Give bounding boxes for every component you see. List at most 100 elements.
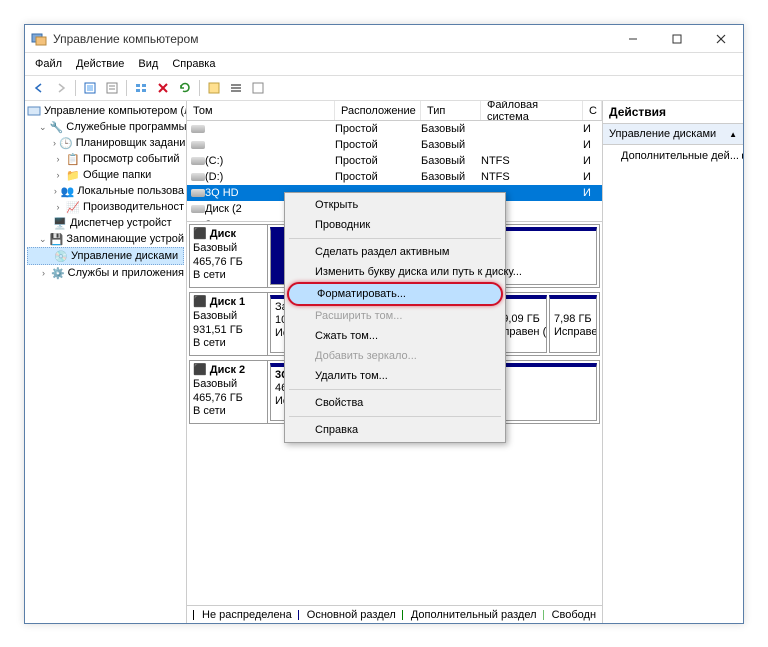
volume-icon: [191, 205, 205, 213]
tree-disk-management[interactable]: 💿Управление дисками: [27, 247, 184, 265]
ctx-delete[interactable]: Удалить том...: [287, 366, 503, 386]
gear-icon: ⚙️: [51, 266, 65, 280]
tree-services[interactable]: ›⚙️Службы и приложения: [27, 265, 184, 281]
tree-device-manager[interactable]: 🖥️Диспетчер устройст: [27, 215, 184, 231]
device-icon: 🖥️: [53, 216, 67, 230]
volume-row[interactable]: ПростойБазовыйИ: [187, 121, 602, 137]
col-volume[interactable]: Том: [187, 101, 335, 120]
ctx-properties[interactable]: Свойства: [287, 393, 503, 413]
window-title: Управление компьютером: [53, 32, 611, 46]
delete-button[interactable]: [153, 78, 173, 98]
menu-file[interactable]: Файл: [29, 56, 68, 72]
maximize-button[interactable]: [655, 25, 699, 53]
volume-icon: [191, 141, 205, 149]
volume-list-header: Том Расположение Тип Файловая система С: [187, 101, 602, 121]
close-button[interactable]: [699, 25, 743, 53]
col-fs[interactable]: Файловая система: [481, 101, 583, 120]
disk-info: ⬛ Диск 2Базовый465,76 ГБВ сети: [190, 361, 268, 423]
menu-view[interactable]: Вид: [132, 56, 164, 72]
ctx-shrink[interactable]: Сжать том...: [287, 326, 503, 346]
event-icon: 📋: [66, 152, 80, 166]
expander-icon[interactable]: ⌄: [39, 234, 47, 244]
computer-icon: [27, 104, 41, 118]
ctx-format[interactable]: Форматировать...: [287, 282, 503, 306]
tree-local-users[interactable]: ›👥Локальные пользова: [27, 183, 184, 199]
ctx-separator: [289, 238, 501, 239]
titlebar: Управление компьютером: [25, 25, 743, 53]
actions-more[interactable]: Дополнительные дей... ▸: [603, 145, 743, 166]
volume-icon: [191, 125, 205, 133]
tree-task-scheduler[interactable]: ›🕒Планировщик заданий: [27, 135, 184, 151]
volume-icon: [191, 157, 205, 165]
ctx-change-letter[interactable]: Изменить букву диска или путь к диску...: [287, 262, 503, 282]
ctx-separator: [289, 389, 501, 390]
legend: Не распределена Основной раздел Дополнит…: [187, 605, 602, 623]
minimize-button[interactable]: [611, 25, 655, 53]
expander-icon[interactable]: ›: [53, 138, 56, 148]
volume-row[interactable]: (C:)ПростойБазовыйNTFSИ: [187, 153, 602, 169]
help-button[interactable]: [204, 78, 224, 98]
expander-icon[interactable]: ›: [53, 202, 63, 212]
ctx-help[interactable]: Справка: [287, 420, 503, 440]
app-icon: [31, 31, 47, 47]
expander-icon[interactable]: ›: [39, 268, 48, 278]
ctx-extend[interactable]: Расширить том...: [287, 306, 503, 326]
tree-performance[interactable]: ›📈Производительност: [27, 199, 184, 215]
expander-icon[interactable]: ⌄: [39, 122, 47, 132]
perf-icon: 📈: [66, 200, 80, 214]
menu-help[interactable]: Справка: [166, 56, 221, 72]
menu-action[interactable]: Действие: [70, 56, 130, 72]
legend-swatch-free: [543, 610, 544, 620]
refresh-button[interactable]: [175, 78, 195, 98]
actions-group[interactable]: Управление дисками▲: [603, 124, 743, 145]
chevron-right-icon: ▸: [742, 150, 743, 162]
list-button[interactable]: [226, 78, 246, 98]
volume-row[interactable]: ПростойБазовыйИ: [187, 137, 602, 153]
expander-icon[interactable]: ›: [53, 154, 63, 164]
col-type[interactable]: Тип: [421, 101, 481, 120]
toolbar: [25, 75, 743, 101]
dropdown-arrow-icon: ▲: [729, 130, 737, 139]
properties-button[interactable]: [102, 78, 122, 98]
up-button[interactable]: [80, 78, 100, 98]
expander-icon[interactable]: ›: [53, 170, 63, 180]
ctx-open[interactable]: Открыть: [287, 195, 503, 215]
volume-icon: [191, 189, 205, 197]
view1-button[interactable]: [131, 78, 151, 98]
legend-swatch-extended: [402, 610, 403, 620]
disk-info: ⬛ Диск 1Базовый931,51 ГБВ сети: [190, 293, 268, 355]
context-menu: Открыть Проводник Сделать раздел активны…: [284, 192, 506, 443]
legend-swatch-primary: [298, 610, 299, 620]
tree-shared-folders[interactable]: ›📁Общие папки: [27, 167, 184, 183]
users-icon: 👥: [61, 184, 75, 198]
ctx-explorer[interactable]: Проводник: [287, 215, 503, 235]
tree-root[interactable]: Управление компьютером (л: [27, 103, 184, 119]
col-status[interactable]: С: [583, 101, 602, 120]
disk-icon: 💿: [54, 249, 68, 263]
tree-event-viewer[interactable]: ›📋Просмотр событий: [27, 151, 184, 167]
legend-swatch-unallocated: [193, 610, 194, 620]
volume-row[interactable]: (D:)ПростойБазовыйNTFSИ: [187, 169, 602, 185]
actions-header: Действия: [603, 101, 743, 124]
expander-icon[interactable]: ›: [53, 186, 58, 196]
storage-icon: 💾: [50, 232, 64, 246]
hdd-icon: ⬛: [193, 364, 207, 376]
ctx-make-active[interactable]: Сделать раздел активным: [287, 242, 503, 262]
ctx-separator: [289, 416, 501, 417]
window-controls: [611, 25, 743, 53]
disk-info: ⬛ ДискБазовый465,76 ГБВ сети: [190, 225, 268, 287]
actions-pane: Действия Управление дисками▲ Дополнитель…: [603, 101, 743, 623]
hdd-icon: ⬛: [193, 296, 207, 308]
volume-icon: [191, 173, 205, 181]
tree-tools[interactable]: ⌄🔧Служебные программы: [27, 119, 184, 135]
nav-tree[interactable]: Управление компьютером (л ⌄🔧Служебные пр…: [25, 101, 187, 623]
wrench-icon: 🔧: [50, 120, 64, 134]
tiles-button[interactable]: [248, 78, 268, 98]
folder-icon: 📁: [66, 168, 80, 182]
tree-storage[interactable]: ⌄💾Запоминающие устрой: [27, 231, 184, 247]
partition[interactable]: 7,98 ГБИсправе: [549, 295, 597, 353]
col-layout[interactable]: Расположение: [335, 101, 421, 120]
ctx-mirror[interactable]: Добавить зеркало...: [287, 346, 503, 366]
back-button[interactable]: [29, 78, 49, 98]
forward-button[interactable]: [51, 78, 71, 98]
